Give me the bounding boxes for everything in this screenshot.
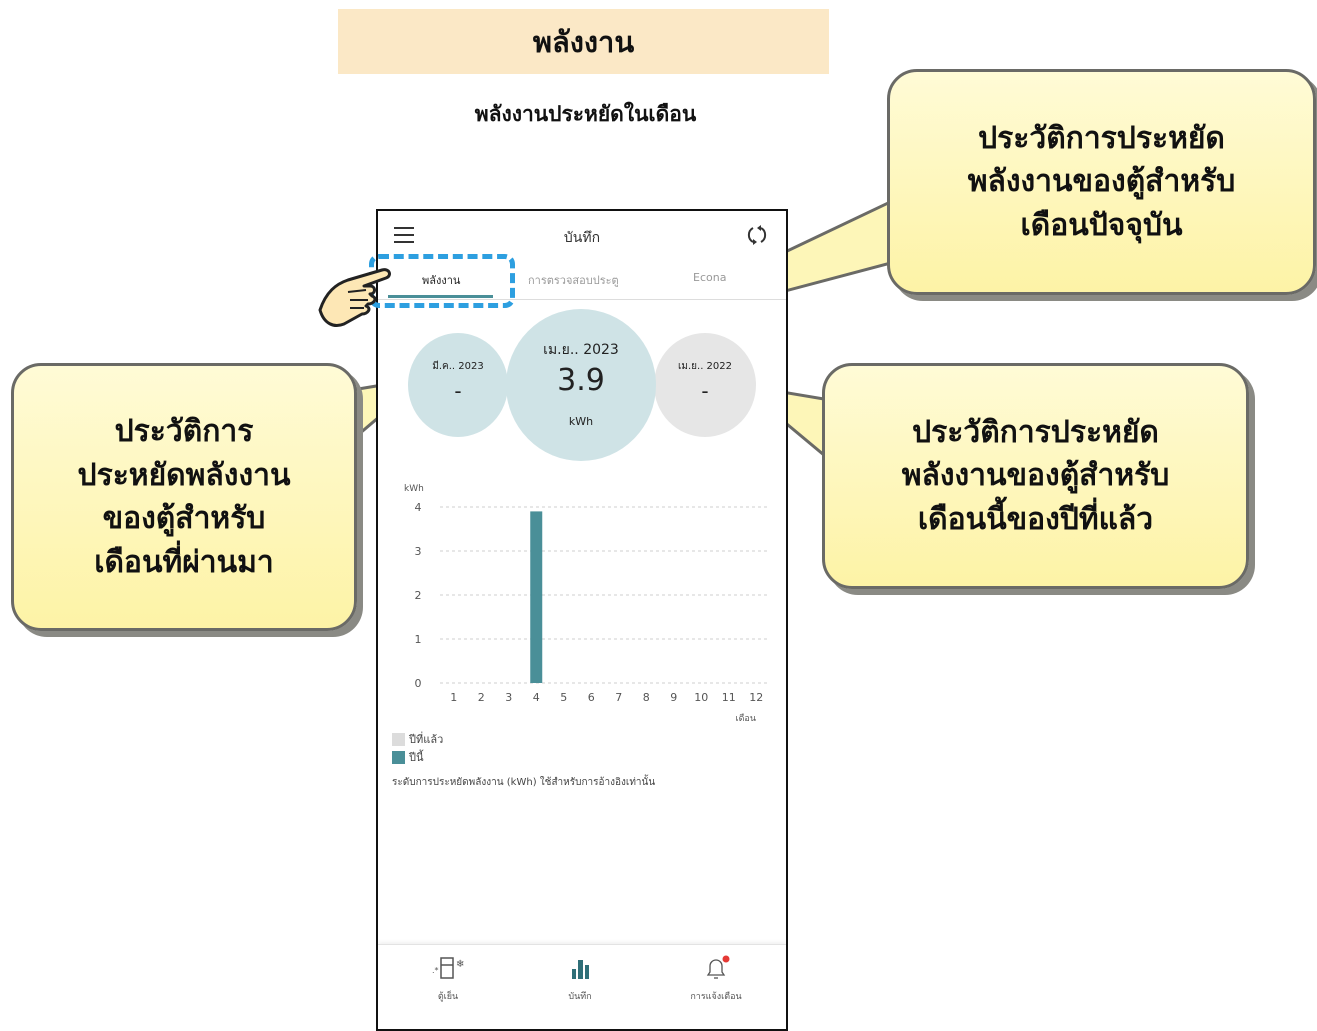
callout-previous-month: ประวัติการ ประหยัดพลังงาน ของตู้สำหรับ เ…: [11, 363, 357, 631]
legend-swatch-last-year: [392, 732, 405, 746]
bottom-nav: ❄ .* ตู้เย็น บันทึก การแจ้งเตือน: [378, 944, 786, 1029]
callout-previous-line-2: ประหยัดพลังงาน: [77, 457, 291, 493]
callout-current-line-2: พลังงานของตู้สำหรับ: [967, 164, 1236, 200]
nav-fridge[interactable]: ❄ .* ตู้เย็น: [398, 955, 498, 1003]
app-title: บันทึก: [563, 230, 601, 246]
bar-this-year: [530, 511, 543, 683]
y-tick-label: 3: [415, 545, 422, 558]
refresh-icon[interactable]: [746, 224, 768, 246]
nav-record[interactable]: บันทึก: [530, 955, 630, 1003]
nav-notifications[interactable]: การแจ้งเตือน: [666, 955, 766, 1003]
callout-last-year: ประวัติการประหยัด พลังงานของตู้สำหรับ เด…: [822, 363, 1249, 589]
pointing-hand-icon: [318, 268, 391, 327]
y-tick-label: 4: [415, 501, 422, 514]
bubble-current-month[interactable]: เม.ย.. 2023 3.9 kWh: [506, 309, 656, 461]
x-tick-label: 12: [749, 691, 763, 704]
x-tick-label: 2: [478, 691, 485, 704]
x-axis-label: เดือน: [736, 713, 756, 724]
x-tick-label: 7: [615, 691, 622, 704]
callout-current-month: ประวัติการประหยัด พลังงานของตู้สำหรับ เด…: [887, 69, 1316, 295]
callout-previous-line-3: ของตู้สำหรับ: [102, 501, 266, 536]
fridge-icon: ❄ .*: [432, 957, 464, 979]
phone-screen: บันทึก พลังงาน การตรวจสอบประตู Econa มี.…: [376, 209, 788, 1031]
callout-last-year-line-1: ประวัติการประหยัด: [912, 414, 1159, 450]
x-tick-label: 3: [505, 691, 512, 704]
tab-econa[interactable]: Econa: [693, 271, 726, 284]
callout-current-line-3: เดือนปัจจุบัน: [1020, 207, 1183, 243]
legend-label-this-year: ปีนี้: [409, 751, 424, 764]
nav-record-label: บันทึก: [568, 992, 592, 1002]
x-tick-label: 10: [694, 691, 708, 704]
callout-previous-line-4: เดือนที่ผ่านมา: [94, 544, 274, 580]
bubble-previous-month-label: มี.ค.. 2023: [432, 361, 484, 372]
bar-chart-icon: [572, 960, 589, 979]
tab-door-check[interactable]: การตรวจสอบประตู: [528, 271, 619, 289]
notification-dot: [722, 955, 730, 963]
callout-previous-line-1: ประวัติการ: [114, 414, 254, 449]
x-tick-label: 8: [643, 691, 650, 704]
legend-label-last-year: ปีที่แล้ว: [409, 733, 444, 746]
x-tick-label: 6: [588, 691, 595, 704]
legend-this-year: ปีนี้: [392, 748, 424, 766]
reference-note: ระดับการประหยัดพลังงาน (kWh) ใช้สำหรับกา…: [392, 777, 656, 788]
x-tick-label: 1: [450, 691, 457, 704]
bubble-previous-value: -: [454, 379, 462, 403]
svg-text:❄: ❄: [456, 959, 464, 970]
bubble-current-unit: kWh: [568, 415, 594, 428]
svg-text:.*: .*: [432, 966, 439, 975]
y-tick-label: 0: [415, 677, 422, 690]
callout-last-year-line-2: พลังงานของตู้สำหรับ: [901, 458, 1170, 494]
bubble-current-month-label: เม.ย.. 2023: [543, 342, 619, 358]
callout-current-line-1: ประวัติการประหยัด: [978, 120, 1225, 156]
nav-fridge-label: ตู้เย็น: [437, 992, 459, 1002]
y-axis-label: kWh: [404, 484, 424, 494]
legend-swatch-this-year: [392, 750, 405, 764]
bubble-last-year-value: -: [701, 379, 709, 403]
y-tick-label: 2: [415, 589, 422, 602]
monthly-chart: kWh012341 2 3 4 5 6 7 8 9 10 11 12เดือน: [404, 484, 770, 724]
bubble-previous-month[interactable]: มี.ค.. 2023 -: [408, 333, 508, 437]
y-tick-label: 1: [415, 633, 422, 646]
x-tick-label: 9: [670, 691, 677, 704]
x-tick-label: 4: [533, 691, 540, 704]
nav-notifications-label: การแจ้งเตือน: [690, 992, 742, 1002]
bubble-last-year-label: เม.ย.. 2022: [677, 361, 733, 372]
bell-icon: [706, 955, 730, 979]
x-tick-label: 5: [560, 691, 567, 704]
callout-last-year-line-3: เดือนนี้ของปีที่แล้ว: [917, 501, 1154, 537]
legend-last-year: ปีที่แล้ว: [392, 730, 443, 748]
x-tick-label: 11: [722, 691, 736, 704]
bubble-current-value: 3.9: [557, 363, 605, 398]
bubble-last-year[interactable]: เม.ย.. 2022 -: [654, 333, 756, 437]
